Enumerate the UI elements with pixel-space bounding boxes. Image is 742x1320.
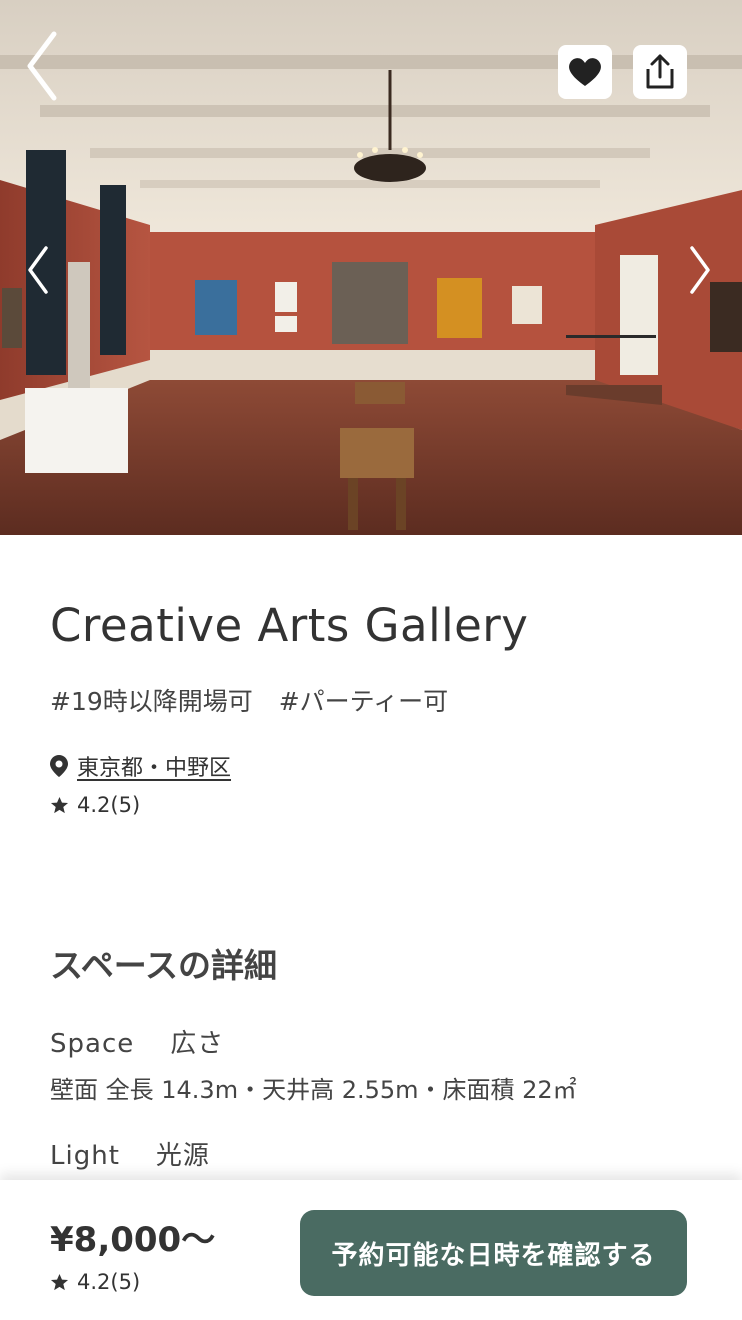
price: ¥8,000〜 bbox=[50, 1220, 216, 1260]
space-title: Creative Arts Gallery bbox=[50, 599, 529, 652]
space-label-jp: 広さ bbox=[170, 1029, 225, 1059]
location: 東京都・中野区 bbox=[50, 750, 231, 782]
space-dimensions: 壁面 全長 14.3m・天井高 2.55m・床面積 22㎡ bbox=[50, 1076, 577, 1104]
hero-image bbox=[0, 0, 742, 535]
chevron-left-icon bbox=[28, 246, 48, 294]
favorite-button[interactable] bbox=[558, 45, 612, 99]
location-link[interactable]: 東京都・中野区 bbox=[77, 750, 231, 782]
space-label-en: Space bbox=[50, 1029, 135, 1059]
tag[interactable]: #19時以降開場可 bbox=[50, 687, 253, 716]
rating-value: 4.2(5) bbox=[77, 1270, 141, 1294]
previous-photo-button[interactable] bbox=[24, 242, 54, 298]
tag-list: #19時以降開場可 #パーティー可 bbox=[50, 682, 466, 718]
star-icon bbox=[50, 1273, 69, 1290]
light-label-en: Light bbox=[50, 1141, 120, 1171]
light-label-jp: 光源 bbox=[155, 1141, 210, 1171]
star-icon bbox=[50, 796, 69, 813]
booking-bar: ¥8,000〜 4.2(5) 予約可能な日時を確認する bbox=[0, 1180, 742, 1320]
space-label: Space 広さ bbox=[50, 1023, 224, 1060]
heart-icon bbox=[569, 58, 601, 86]
check-availability-button[interactable]: 予約可能な日時を確認する bbox=[300, 1210, 687, 1296]
chevron-left-icon bbox=[27, 31, 57, 101]
chevron-right-icon bbox=[690, 246, 710, 294]
rating: 4.2(5) bbox=[50, 793, 140, 817]
booking-bar-rating: 4.2(5) bbox=[50, 1270, 140, 1294]
share-icon bbox=[646, 54, 674, 89]
map-pin-icon bbox=[50, 755, 68, 777]
back-button[interactable] bbox=[22, 28, 66, 108]
section-title: スペースの詳細 bbox=[50, 946, 278, 985]
light-label: Light 光源 bbox=[50, 1135, 210, 1172]
share-button[interactable] bbox=[633, 45, 687, 99]
gallery-photo bbox=[0, 0, 742, 535]
rating-value: 4.2(5) bbox=[77, 793, 141, 817]
tag[interactable]: #パーティー可 bbox=[279, 687, 448, 716]
next-photo-button[interactable] bbox=[684, 242, 714, 298]
